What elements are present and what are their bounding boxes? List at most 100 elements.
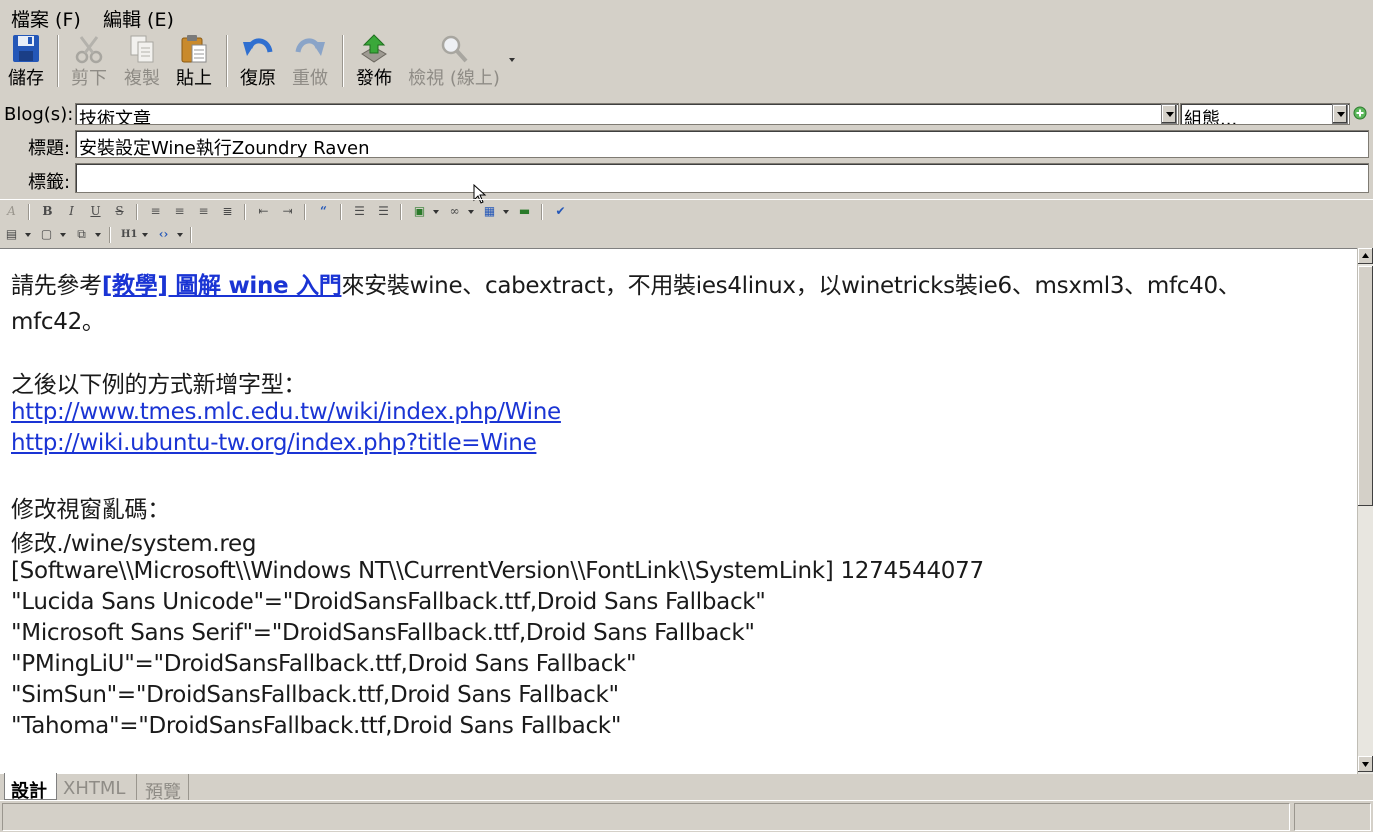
title-input[interactable]: 安裝設定Wine執行Zoundry Raven [75,130,1369,158]
tab-preview[interactable]: 預覽 [139,774,189,803]
paragraph-1-prefix: 請先參考 [11,273,102,299]
chevron-down-icon[interactable] [95,233,101,237]
indent-icon[interactable]: ⇥ [280,204,295,219]
chevron-down-icon[interactable] [142,233,148,237]
tmes-wiki-link-text[interactable]: http://www.tmes.mlc.edu.tw/wiki/index.ph… [11,399,561,425]
floppy-disk-icon [13,35,39,62]
tab-design-label: 設計 [11,781,47,802]
editor-mode-tabs: 設計 XHTML 預覽 [0,773,1373,803]
blockquote-icon[interactable]: “ [316,204,331,219]
toolbar-separator [57,35,59,87]
blog-select-arrow[interactable] [1161,104,1177,124]
paste-button[interactable]: 貼上 [172,32,216,90]
redo-label: 重做 [292,68,328,89]
paragraph-2: 之後以下例的方式新增字型： [11,372,307,398]
status-pane-secondary [1294,803,1371,831]
html-tag-icon[interactable]: ‹› [156,227,171,242]
paste-label: 貼上 [176,68,212,89]
scroll-thumb[interactable] [1358,266,1373,506]
outdent-icon[interactable]: ⇤ [256,204,271,219]
format-separator [340,204,342,220]
undo-label: 復原 [240,68,276,89]
save-button[interactable]: 儲存 [4,32,48,90]
chevron-down-icon[interactable] [468,210,474,214]
align-justify-icon[interactable]: ≣ [220,204,235,219]
block-format-icon[interactable]: ▢ [39,227,54,242]
chevron-down-icon[interactable] [25,233,31,237]
config-select-arrow[interactable] [1332,104,1348,124]
redo-button[interactable]: 重做 [288,32,332,90]
font-icon[interactable]: A [4,204,19,219]
registry-value-line: "SimSun"="DroidSansFallback.ttf,Droid Sa… [11,682,619,708]
bulleted-list-icon[interactable]: ☰ [352,204,367,219]
menu-edit[interactable]: 編輯 (E) [103,5,174,32]
paragraph-style-icon[interactable]: ▤ [4,227,19,242]
spellcheck-icon[interactable]: ✔ [553,204,568,219]
scroll-up-button[interactable] [1358,248,1373,264]
editor-area[interactable]: 請先參考[教學] 圖解 wine 入門來安裝wine、cabextract，不用… [0,248,1357,774]
tab-design[interactable]: 設計 [4,773,57,802]
undo-arrow-icon [243,38,273,56]
config-select[interactable]: 組態... [1180,103,1350,125]
paragraph-4: 修改./wine/system.reg [11,531,257,557]
format-toolbar-row-1: A B I U S ≡ ≡ ≡ ≣ ⇤ ⇥ “ ☰ ☰ ▣ ∞ ▦ ▬ ✔ [0,199,1373,223]
insert-table-icon[interactable]: ▦ [482,204,497,219]
align-center-icon[interactable]: ≡ [172,204,187,219]
plus-circle-icon[interactable] [1353,106,1367,120]
scroll-down-button[interactable] [1358,756,1373,772]
strikethrough-icon[interactable]: S [112,204,127,219]
toolbar-overflow-chevron[interactable] [509,58,515,62]
numbered-list-icon[interactable]: ☰ [376,204,391,219]
blog-label: Blog(s): [4,104,74,125]
paragraph-1-continued: mfc42。 [11,309,105,335]
publish-label: 發佈 [356,68,392,89]
tags-input[interactable] [75,163,1369,193]
title-label: 標題: [28,138,71,159]
registry-value-line: "Tahoma"="DroidSansFallback.ttf,Droid Sa… [11,713,622,739]
copy-label: 複製 [124,68,160,89]
chevron-down-icon[interactable] [433,210,439,214]
undo-button[interactable]: 復原 [236,32,280,90]
publish-button[interactable]: 發佈 [352,32,396,90]
align-left-icon[interactable]: ≡ [148,204,163,219]
status-pane-main [2,803,1290,831]
menu-file[interactable]: 檔案 (F) [11,5,81,32]
copy-button[interactable]: 複製 [119,32,165,90]
layers-icon[interactable]: ⧉ [74,227,89,242]
paragraph-1: 請先參考[教學] 圖解 wine 入門來安裝wine、cabextract，不用… [11,266,1241,300]
underline-icon[interactable]: U [88,204,103,219]
paragraph-1-suffix: 來安裝wine、cabextract，不用裝ies4linux，以winetri… [341,273,1241,299]
cut-label: 剪下 [71,68,107,89]
blog-select[interactable]: 技術文章 [75,103,1179,125]
ubuntu-tw-wiki-link-text[interactable]: http://wiki.ubuntu-tw.org/index.php?titl… [11,430,537,456]
italic-icon[interactable]: I [64,204,79,219]
horizontal-rule-icon[interactable]: ▬ [517,204,532,219]
insert-link-icon[interactable]: ∞ [447,204,462,219]
heading-select[interactable]: H1 [121,227,137,242]
format-separator [400,204,402,220]
format-separator [244,204,246,220]
cut-button[interactable]: 剪下 [66,32,112,90]
format-toolbar-row-2: ▤ ▢ ⧉ H1 ‹› [0,223,1373,247]
tmes-wiki-link[interactable]: http://www.tmes.mlc.edu.tw/wiki/index.ph… [11,399,561,425]
view-online-button[interactable]: 檢視 (線上) [404,32,504,90]
format-separator [28,204,30,220]
chevron-down-icon[interactable] [60,233,66,237]
format-separator [190,227,192,243]
format-separator [541,204,543,220]
chevron-down-icon[interactable] [177,233,183,237]
scissors-icon [75,36,103,64]
align-right-icon[interactable]: ≡ [196,204,211,219]
magnifier-icon [441,35,468,63]
tab-xhtml[interactable]: XHTML [57,774,137,800]
bold-icon[interactable]: B [40,204,55,219]
vertical-scrollbar[interactable] [1357,248,1373,774]
clipboard-icon [181,35,207,63]
blog-select-value: 技術文章 [79,109,151,125]
tab-xhtml-label: XHTML [63,778,126,799]
ubuntu-tw-wiki-link[interactable]: http://wiki.ubuntu-tw.org/index.php?titl… [11,430,537,456]
chevron-down-icon[interactable] [503,210,509,214]
wine-tutorial-link[interactable]: [教學] 圖解 wine 入門 [102,273,342,299]
view-online-label: 檢視 (線上) [408,68,500,89]
insert-image-icon[interactable]: ▣ [412,204,427,219]
